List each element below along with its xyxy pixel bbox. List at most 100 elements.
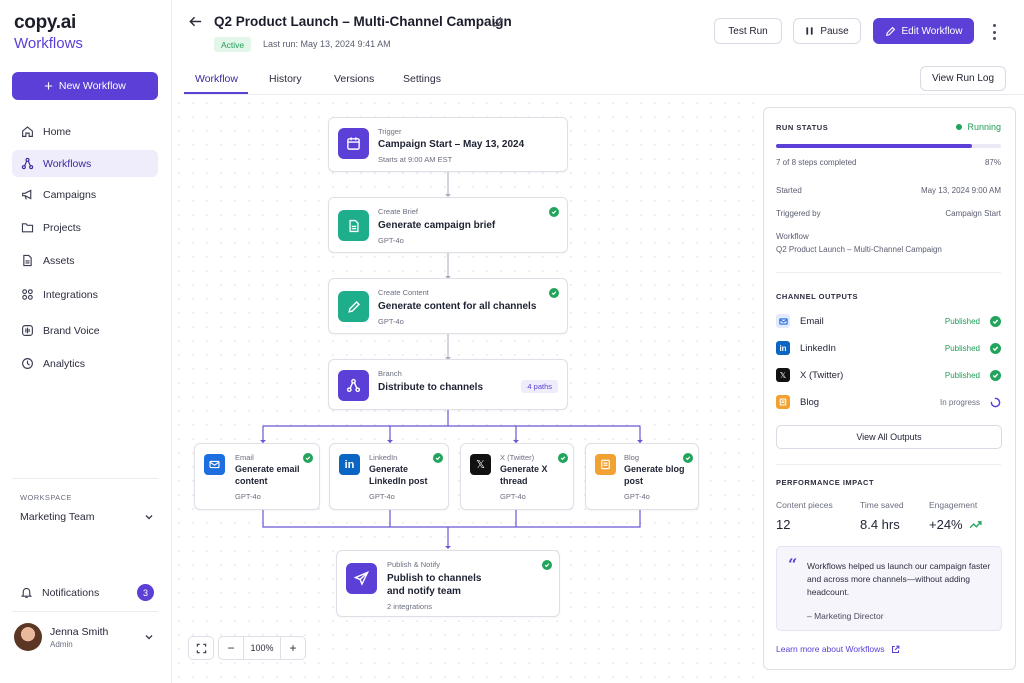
sidebar-item-projects[interactable]: Projects <box>12 214 158 241</box>
metric-value: 12 <box>776 517 790 532</box>
test-run-button[interactable]: Test Run <box>714 18 782 44</box>
sidebar-item-assets[interactable]: Assets <box>12 247 158 274</box>
progress-bar-fill <box>776 144 972 148</box>
back-arrow-icon[interactable] <box>188 14 203 29</box>
new-workflow-button[interactable]: + New Workflow <box>12 72 158 100</box>
sidebar-item-campaigns[interactable]: Campaigns <box>12 181 158 208</box>
x-twitter-node[interactable]: 𝕏 X (Twitter) Generate X thread GPT-4o <box>460 443 574 510</box>
node-title: Generate blog post <box>624 464 685 486</box>
learn-more-link[interactable]: Learn more about Workflows <box>776 644 900 654</box>
linkedin-node[interactable]: in LinkedIn Generate LinkedIn post GPT-4… <box>329 443 449 510</box>
user-role: Admin <box>50 639 73 649</box>
channel-status: Published <box>944 316 980 326</box>
node-subtitle: GPT-4o <box>378 317 404 326</box>
tab-settings[interactable]: Settings <box>403 73 441 85</box>
sidebar-item-brand-voice[interactable]: Brand Voice <box>12 317 158 344</box>
check-icon <box>549 207 559 217</box>
metric-label: Content pieces <box>776 500 833 510</box>
user-menu[interactable]: Jenna Smith Admin <box>14 622 154 652</box>
testimonial-quote: “ Workflows helped us launch our campaig… <box>776 546 1002 631</box>
triggered-row: Triggered by Campaign Start <box>776 209 1001 218</box>
workspace-select[interactable]: Marketing Team <box>20 511 154 523</box>
trigger-node[interactable]: Trigger Campaign Start – May 13, 2024 St… <box>328 117 568 172</box>
node-title: Generate X thread <box>500 464 548 486</box>
x-logo-icon: 𝕏 <box>776 368 790 382</box>
panel-divider <box>776 272 1001 273</box>
notifications-count-badge: 3 <box>137 584 154 601</box>
check-icon <box>542 560 552 570</box>
publish-notify-node[interactable]: Publish & Notify Publish to channels and… <box>336 550 560 617</box>
sidebar-item-analytics[interactable]: Analytics <box>12 350 158 377</box>
channel-name: X (Twitter) <box>800 369 844 381</box>
check-icon <box>433 453 443 463</box>
notifications-item[interactable]: Notifications 3 <box>20 584 154 601</box>
view-run-log-label: View Run Log <box>931 73 995 84</box>
channel-output-row[interactable]: in LinkedIn Published <box>776 340 1001 356</box>
mail-icon <box>204 454 225 475</box>
spinner-icon <box>990 397 1001 407</box>
sidebar-item-workflows[interactable]: Workflows <box>12 150 158 177</box>
sidebar-item-label: Campaigns <box>43 188 97 201</box>
create-content-node[interactable]: Create Content Generate content for all … <box>328 278 568 334</box>
email-node[interactable]: Email Generate email content GPT-4o <box>194 443 320 510</box>
progress-bar <box>776 144 1001 148</box>
workflow-canvas[interactable]: Trigger Campaign Start – May 13, 2024 St… <box>172 96 758 683</box>
sidebar-item-integrations[interactable]: Integrations <box>12 281 158 308</box>
view-run-log-button[interactable]: View Run Log <box>920 66 1006 91</box>
fit-view-button[interactable] <box>188 636 214 660</box>
tab-versions[interactable]: Versions <box>334 73 374 85</box>
sidebar-item-home[interactable]: Home <box>12 118 158 145</box>
zoom-in-button[interactable]: + <box>281 637 305 659</box>
analytics-icon <box>22 358 33 369</box>
channel-output-row[interactable]: Email Published <box>776 313 1001 329</box>
send-icon <box>346 563 377 594</box>
blog-node[interactable]: Blog Generate blog post GPT-4o <box>585 443 699 510</box>
progress-percent: 87% <box>984 158 1001 167</box>
home-icon <box>22 126 33 137</box>
node-subtitle: 2 integrations <box>387 602 433 611</box>
product-name: Workflows <box>14 35 83 52</box>
trend-up-icon <box>969 521 982 529</box>
node-label: Publish & Notify <box>387 560 440 569</box>
sidebar-item-label: Projects <box>43 221 81 234</box>
sidebar: copy.ai Workflows + New Workflow Home Wo… <box>0 0 172 683</box>
branch-icon <box>338 370 369 401</box>
node-label: LinkedIn <box>369 453 398 462</box>
sidebar-item-label: Analytics <box>43 357 86 370</box>
view-all-outputs-button[interactable]: View All Outputs <box>776 425 1002 449</box>
node-title: Generate campaign brief <box>378 220 496 231</box>
last-run-text: Last run: May 13, 2024 9:41 AM <box>263 39 391 49</box>
x-logo-icon: 𝕏 <box>470 454 491 475</box>
brand-logo: copy.ai <box>14 12 76 33</box>
more-options-icon[interactable] <box>988 24 1000 40</box>
tab-workflow[interactable]: Workflow <box>195 73 238 85</box>
pause-button[interactable]: Pause <box>793 18 861 44</box>
channel-name: Blog <box>800 396 820 408</box>
channel-name: LinkedIn <box>800 342 836 354</box>
user-name: Jenna Smith <box>50 625 109 638</box>
progress-row: 7 of 8 steps completed 87% <box>776 158 1001 167</box>
zoom-out-button[interactable]: − <box>219 637 243 659</box>
chevron-down-icon <box>145 515 153 520</box>
workflow-value: Q2 Product Launch – Multi-Channel Campai… <box>776 245 942 254</box>
new-workflow-label: New Workflow <box>58 80 126 92</box>
node-title: Generate content for all channels <box>378 301 537 312</box>
check-icon <box>683 453 693 463</box>
branch-node[interactable]: Branch Distribute to channels 4 paths <box>328 359 568 410</box>
document-icon <box>338 210 369 241</box>
pencil-icon <box>885 26 895 36</box>
tab-history[interactable]: History <box>269 73 302 85</box>
create-brief-node[interactable]: Create Brief Generate campaign brief GPT… <box>328 197 568 253</box>
tab-bar: Workflow History Versions Settings <box>184 64 1024 95</box>
check-icon <box>549 288 559 298</box>
node-subtitle: GPT-4o <box>235 492 261 501</box>
node-subtitle: GPT-4o <box>369 492 395 501</box>
node-label: Branch <box>378 369 402 378</box>
channel-status: Published <box>944 343 980 353</box>
channel-output-row[interactable]: Blog In progress <box>776 394 1001 410</box>
channel-output-row[interactable]: 𝕏 X (Twitter) Published <box>776 367 1001 383</box>
performance-heading: PERFORMANCE IMPACT <box>776 478 875 487</box>
pencil-icon[interactable] <box>492 16 504 28</box>
edit-workflow-button[interactable]: Edit Workflow <box>873 18 974 44</box>
linkedin-icon: in <box>776 341 790 355</box>
